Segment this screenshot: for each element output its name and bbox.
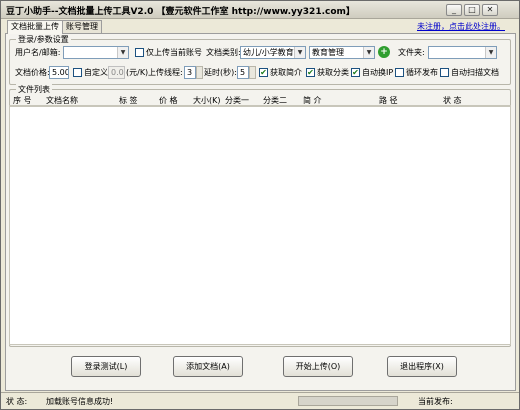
chevron-down-icon[interactable]: ▼: [117, 47, 128, 58]
column-header[interactable]: 路 径: [379, 95, 398, 106]
price-unit-label: (元/K): [126, 68, 149, 77]
column-header[interactable]: 价 格: [159, 95, 178, 106]
get-category-label: 获取分类: [317, 68, 349, 77]
current-publish-label: 当前发布:: [418, 397, 453, 406]
price-input[interactable]: 5.00: [49, 66, 69, 79]
auto-scan-label: 自动扫描文档: [451, 68, 499, 77]
upload-progress-bar: [298, 396, 398, 406]
get-summary-checkbox[interactable]: ✔: [259, 68, 268, 77]
status-message: 加载账号信息成功!: [46, 397, 114, 406]
column-header[interactable]: 序 号: [13, 95, 32, 106]
add-category-icon[interactable]: +: [378, 46, 390, 58]
chevron-down-icon[interactable]: ▼: [363, 47, 374, 58]
get-summary-label: 获取简介: [270, 68, 302, 77]
minimize-button[interactable]: _: [446, 4, 462, 16]
file-list-legend: 文件列表: [16, 84, 52, 95]
tab-batch-upload[interactable]: 文档批量上传: [7, 20, 63, 34]
doc-category-label: 文档类别:: [206, 48, 241, 57]
auto-change-ip-checkbox[interactable]: ✔: [351, 68, 360, 77]
auto-scan-checkbox[interactable]: [440, 68, 449, 77]
column-header[interactable]: 文档名称: [46, 95, 78, 106]
title-bar[interactable]: 豆丁小助手--文档批量上传工具V2.0 【壹元软件工作室 http://www.…: [1, 1, 519, 19]
threads-spinner[interactable]: [196, 66, 203, 79]
loop-publish-label: 循环发布: [406, 68, 438, 77]
username-combo[interactable]: ▼: [63, 46, 129, 59]
upload-current-only-label: 仅上传当前账号: [146, 48, 202, 57]
file-table-body[interactable]: [9, 106, 511, 345]
column-header[interactable]: 分类二: [263, 95, 287, 106]
chevron-down-icon[interactable]: ▼: [485, 47, 496, 58]
delay-spinner[interactable]: [249, 66, 256, 79]
folder-select[interactable]: ▼: [428, 46, 497, 59]
custom-price-input[interactable]: 0.08: [108, 66, 125, 79]
status-bar: 状 态: 加载账号信息成功! 当前发布:: [1, 392, 519, 409]
status-label: 状 态:: [6, 397, 28, 406]
category-primary-select[interactable]: 幼儿/小学教育 ▼: [240, 46, 306, 59]
maximize-button[interactable]: □: [464, 4, 480, 16]
file-table-header: 序 号 文档名称 标 签 价 格 大小(K) 分类一 分类二 简 介 路 径 状…: [9, 95, 511, 106]
folder-label: 文件夹:: [398, 48, 425, 57]
tab-account-manage[interactable]: 账号管理: [62, 20, 102, 33]
column-header[interactable]: 简 介: [303, 95, 322, 106]
delay-label: 延时(秒):: [204, 68, 237, 77]
chevron-down-icon[interactable]: ▼: [294, 47, 305, 58]
threads-input[interactable]: 3: [184, 66, 196, 79]
register-link[interactable]: 未注册，点击此处注册。: [417, 21, 505, 32]
column-header[interactable]: 标 签: [119, 95, 138, 106]
upload-current-only-checkbox[interactable]: [135, 48, 144, 57]
column-header[interactable]: 大小(K): [193, 95, 221, 106]
window-title: 豆丁小助手--文档批量上传工具V2.0 【壹元软件工作室 http://www.…: [6, 7, 355, 17]
exit-button[interactable]: 退出程序(X): [387, 356, 457, 377]
column-header[interactable]: 分类一: [225, 95, 249, 106]
price-label: 文档价格:: [15, 68, 50, 77]
main-window: 豆丁小助手--文档批量上传工具V2.0 【壹元软件工作室 http://www.…: [0, 0, 520, 410]
auto-change-ip-label: 自动换IP: [362, 68, 394, 77]
start-upload-button[interactable]: 开始上传(O): [283, 356, 353, 377]
loop-publish-checkbox[interactable]: [395, 68, 404, 77]
custom-price-checkbox[interactable]: [73, 68, 82, 77]
delay-input[interactable]: 5: [237, 66, 249, 79]
username-label: 用户名/邮箱:: [15, 48, 61, 57]
custom-price-label: 自定义: [84, 68, 108, 77]
category-secondary-select[interactable]: 教育管理 ▼: [309, 46, 375, 59]
column-header[interactable]: 状 态: [443, 95, 462, 106]
threads-label: 上传线程:: [148, 68, 183, 77]
settings-legend: 登录/参数设置: [16, 34, 71, 45]
get-category-checkbox[interactable]: ✔: [306, 68, 315, 77]
add-document-button[interactable]: 添加文档(A): [173, 356, 243, 377]
close-button[interactable]: ✕: [482, 4, 498, 16]
login-test-button[interactable]: 登录测试(L): [71, 356, 141, 377]
